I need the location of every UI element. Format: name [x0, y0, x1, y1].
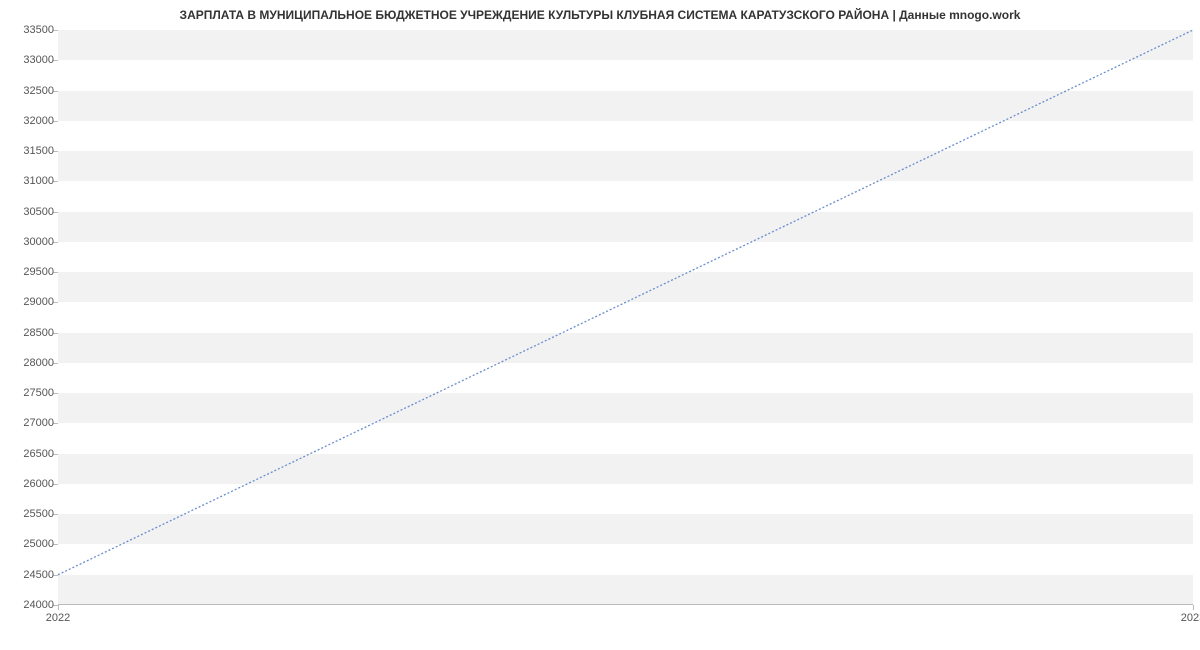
chart-title: ЗАРПЛАТА В МУНИЦИПАЛЬНОЕ БЮДЖЕТНОЕ УЧРЕЖ… — [0, 8, 1200, 22]
y-tick-label: 33000 — [23, 54, 54, 66]
y-tick-label: 26000 — [23, 478, 54, 490]
y-tick-label: 30500 — [23, 206, 54, 218]
chart-line-svg — [58, 30, 1193, 605]
plot-area — [58, 30, 1193, 605]
y-tick-label: 31500 — [23, 145, 54, 157]
x-tick-mark — [58, 605, 59, 610]
y-tick-label: 24000 — [23, 599, 54, 611]
y-tick-label: 30000 — [23, 236, 54, 248]
x-tick-mark — [1193, 605, 1194, 610]
y-tick-label: 29000 — [23, 296, 54, 308]
x-tick-label: 2022 — [46, 612, 70, 624]
x-tick-label: 2023 — [1181, 612, 1200, 624]
y-tick-label: 31000 — [23, 175, 54, 187]
y-tick-label: 32500 — [23, 85, 54, 97]
y-tick-label: 28500 — [23, 327, 54, 339]
y-tick-label: 28000 — [23, 357, 54, 369]
y-tick-label: 27500 — [23, 387, 54, 399]
data-line — [58, 30, 1193, 575]
y-tick-label: 27000 — [23, 417, 54, 429]
chart-container: ЗАРПЛАТА В МУНИЦИПАЛЬНОЕ БЮДЖЕТНОЕ УЧРЕЖ… — [0, 0, 1200, 650]
y-tick-label: 25000 — [23, 538, 54, 550]
y-tick-label: 25500 — [23, 508, 54, 520]
y-tick-label: 26500 — [23, 448, 54, 460]
y-tick-label: 32000 — [23, 115, 54, 127]
y-tick-label: 24500 — [23, 569, 54, 581]
y-tick-label: 33500 — [23, 24, 54, 36]
y-tick-label: 29500 — [23, 266, 54, 278]
